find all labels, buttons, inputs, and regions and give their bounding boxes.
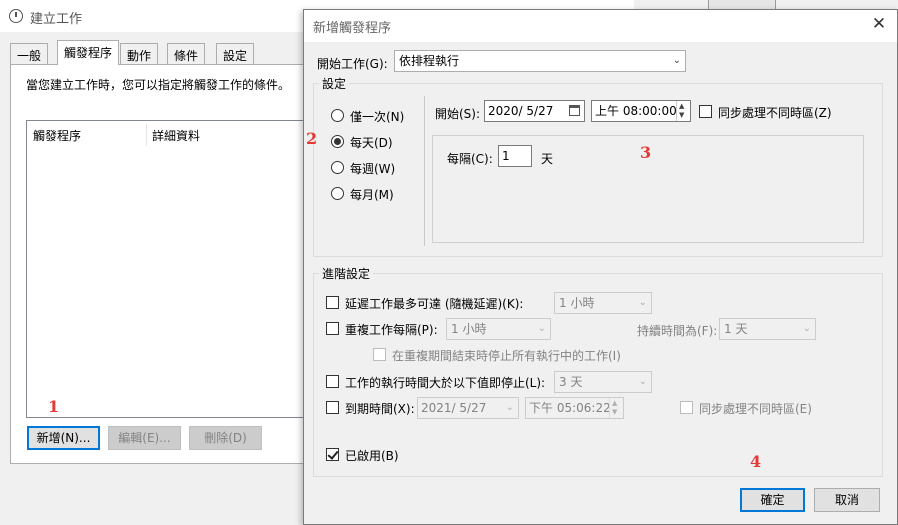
clock-icon	[9, 9, 23, 23]
duration-label: 持續時間為(F):	[637, 324, 718, 338]
radio-monthly[interactable]	[331, 187, 344, 200]
new-trigger-title: 新增觸發程序	[313, 21, 392, 36]
recur-label: 每隔(C):	[447, 152, 493, 166]
close-icon[interactable]: ✕	[868, 13, 890, 35]
tab-actions[interactable]: 動作	[120, 43, 159, 64]
repeat-checkbox[interactable]	[326, 322, 339, 335]
enabled-label[interactable]: 已啟用(B)	[345, 447, 399, 464]
spin-up-icon[interactable]: ▲	[612, 400, 617, 407]
stop-at-end-checkbox[interactable]	[373, 348, 386, 361]
radio-daily[interactable]	[331, 135, 344, 148]
triggers-hint-text: 當您建立工作時，您可以指定將觸發工作的條件。	[26, 78, 291, 92]
start-time-value: 上午 08:00:00	[595, 104, 677, 118]
delay-label[interactable]: 延遲工作最多可達 (隨機延遲)(K):	[345, 295, 523, 312]
recur-days-input[interactable]: 1	[498, 145, 532, 167]
step-marker-2: 2	[306, 129, 318, 148]
delay-value: 1 小時	[559, 296, 595, 310]
start-date-value: 2020/ 5/27	[488, 104, 554, 118]
tab-triggers[interactable]: 觸發程序	[57, 40, 120, 65]
repeat-interval-select[interactable]: 1 小時 ⌄	[446, 318, 551, 340]
advanced-settings-label: 進階設定	[319, 265, 374, 282]
spin-up-icon[interactable]: ▲	[679, 103, 684, 110]
radio-one-time[interactable]	[331, 109, 344, 122]
time-spinner[interactable]: ▲ ▼	[676, 101, 690, 121]
duration-value: 1 天	[724, 322, 748, 336]
expire-time-field[interactable]: 下午 05:06:22 ▲ ▼	[525, 397, 624, 419]
radio-monthly-label[interactable]: 每月(M)	[350, 186, 394, 203]
tab-general[interactable]: 一般	[10, 43, 49, 64]
chevron-down-icon: ⌄	[638, 297, 647, 308]
create-task-title: 建立工作	[30, 12, 83, 27]
radio-daily-label[interactable]: 每天(D)	[350, 134, 393, 151]
begin-task-select[interactable]: 依排程執行 ⌄	[394, 50, 686, 72]
step-marker-4: 4	[750, 452, 762, 471]
calendar-icon[interactable]	[569, 105, 580, 116]
expire-date-picker[interactable]: 2021/ 5/27 ⌄	[417, 397, 519, 419]
edit-trigger-button[interactable]: 編輯(E)...	[108, 426, 181, 450]
start-time-field[interactable]: 上午 08:00:00 ▲ ▼	[591, 100, 691, 122]
chevron-down-icon: ⌄	[672, 55, 681, 66]
chevron-down-icon[interactable]: ⌄	[506, 398, 514, 418]
sync-timezone-label[interactable]: 同步處理不同時區(Z)	[718, 104, 832, 121]
radio-one-time-label[interactable]: 僅一次(N)	[350, 108, 404, 125]
stop-at-end-label[interactable]: 在重複期間結束時停止所有執行中的工作(I)	[392, 347, 621, 364]
radio-weekly[interactable]	[331, 161, 344, 174]
column-header-details[interactable]: 詳細資料	[152, 127, 200, 144]
spin-down-icon[interactable]: ▼	[679, 112, 684, 119]
begin-task-value: 依排程執行	[399, 54, 460, 68]
delay-checkbox[interactable]	[326, 296, 339, 309]
settings-divider	[424, 96, 425, 246]
chevron-down-icon: ⌄	[537, 323, 546, 334]
settings-group-label: 設定	[319, 75, 350, 92]
expire-date-value: 2021/ 5/27	[421, 401, 487, 415]
chevron-down-icon: ⌄	[638, 376, 647, 387]
ok-button[interactable]: 確定	[740, 488, 805, 512]
spin-down-icon[interactable]: ▼	[612, 409, 617, 416]
start-label: 開始(S):	[435, 107, 481, 121]
delay-select[interactable]: 1 小時 ⌄	[554, 292, 652, 314]
tab-settings[interactable]: 設定	[216, 43, 255, 64]
expire-sync-label[interactable]: 同步處理不同時區(E)	[699, 400, 812, 417]
sync-timezone-checkbox[interactable]	[699, 105, 712, 118]
expire-time-value: 下午 05:06:22	[529, 401, 611, 415]
column-separator	[146, 124, 147, 146]
expire-time-spinner[interactable]: ▲ ▼	[609, 398, 623, 418]
stop-if-longer-value: 3 天	[559, 375, 583, 389]
enabled-checkbox[interactable]	[326, 448, 339, 461]
new-trigger-titlebar	[304, 10, 897, 42]
new-trigger-button[interactable]: 新增(N)...	[27, 426, 100, 450]
expire-sync-checkbox[interactable]	[680, 401, 693, 414]
stop-if-longer-label[interactable]: 工作的執行時間大於以下值即停止(L):	[345, 374, 545, 391]
stop-if-longer-checkbox[interactable]	[326, 375, 339, 388]
duration-select[interactable]: 1 天 ⌄	[719, 318, 816, 340]
recurrence-box	[432, 135, 864, 243]
repeat-label[interactable]: 重複工作每隔(P):	[345, 321, 438, 338]
tab-conditions[interactable]: 條件	[167, 43, 206, 64]
expire-checkbox[interactable]	[326, 401, 339, 414]
repeat-interval-value: 1 小時	[451, 322, 487, 336]
cancel-button[interactable]: 取消	[814, 488, 880, 512]
start-date-picker[interactable]: 2020/ 5/27	[484, 100, 585, 122]
recur-unit-label: 天	[541, 152, 554, 166]
delete-trigger-button[interactable]: 刪除(D)	[189, 426, 262, 450]
column-header-trigger[interactable]: 觸發程序	[33, 127, 81, 144]
expire-label[interactable]: 到期時間(X):	[345, 400, 415, 417]
chevron-down-icon: ⌄	[802, 323, 811, 334]
step-marker-1: 1	[48, 397, 60, 416]
begin-task-label: 開始工作(G):	[317, 57, 388, 71]
stop-if-longer-select[interactable]: 3 天 ⌄	[554, 371, 652, 393]
radio-weekly-label[interactable]: 每週(W)	[350, 160, 395, 177]
